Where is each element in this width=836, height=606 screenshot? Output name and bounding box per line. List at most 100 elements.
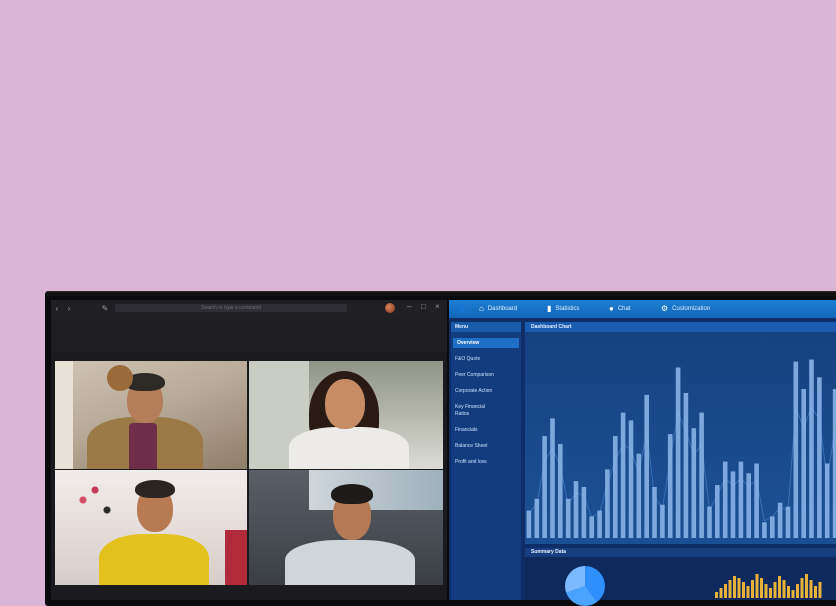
chart-bar xyxy=(683,393,689,538)
chart-bar xyxy=(644,394,649,538)
chair xyxy=(225,530,247,585)
monitor: ‹ › ✎ Search or type a command – □ × 👤 ⌂… xyxy=(45,292,836,606)
user-icon[interactable]: 👤 xyxy=(457,303,467,315)
avatar[interactable] xyxy=(385,303,395,313)
maximize-icon[interactable]: □ xyxy=(421,302,426,311)
menu-item-overview[interactable]: Overview xyxy=(453,338,519,348)
chart-bar xyxy=(573,481,579,538)
nav-chat-label: Chat xyxy=(617,306,631,312)
summary-bar xyxy=(724,584,727,598)
chart-bar xyxy=(550,418,555,538)
dashboard-chart-panel: Dashboard Chart xyxy=(525,322,836,544)
summary-bar-chart xyxy=(715,574,822,598)
summary-bar xyxy=(791,590,795,598)
window-light xyxy=(309,470,443,510)
summary-bar xyxy=(800,578,804,598)
wall-board xyxy=(65,480,125,530)
call-toolbar-area xyxy=(51,316,447,352)
home-icon: ⌂ xyxy=(479,304,484,313)
nav-customization[interactable]: ⚙ Customization xyxy=(661,303,710,315)
bar-chart xyxy=(526,359,836,538)
chart-bar xyxy=(746,473,751,538)
chart-bar xyxy=(722,461,728,538)
forward-icon[interactable]: › xyxy=(63,304,75,313)
minimize-icon[interactable]: – xyxy=(407,302,411,311)
chart-bar xyxy=(597,510,602,538)
summary-bar xyxy=(764,584,768,598)
wall-panel xyxy=(55,361,73,469)
menu-item-key-financial-ratios[interactable]: Key Financial Ratios xyxy=(451,404,499,418)
nav-statistics[interactable]: ▮ Statistics xyxy=(547,303,579,315)
participant-tile-2[interactable] xyxy=(249,361,443,469)
chart-bar xyxy=(699,412,704,538)
bar-chart-icon: ▮ xyxy=(547,304,552,313)
back-icon[interactable]: ‹ xyxy=(51,304,63,313)
chart-bar xyxy=(667,434,673,538)
participant-hair xyxy=(135,480,175,498)
menu-item-corporate-action[interactable]: Corporate Action xyxy=(451,388,521,395)
summary-bar xyxy=(773,582,777,598)
chart-bar xyxy=(526,510,532,538)
menu-item-peer-comparison[interactable]: Peer Comparison xyxy=(451,372,521,379)
chart-bar xyxy=(558,443,563,538)
summary-bar xyxy=(715,592,718,598)
participant-hair xyxy=(331,484,373,504)
chart-bar xyxy=(754,463,759,538)
chart-bar xyxy=(620,412,626,538)
chart-bar xyxy=(793,361,799,538)
chart-bar xyxy=(785,506,791,538)
summary-bar xyxy=(778,576,781,598)
summary-title: Summary Data xyxy=(525,548,836,557)
chart-bar xyxy=(605,469,610,538)
chart-bar xyxy=(581,487,587,538)
summary-bar xyxy=(742,582,745,598)
chart-bar xyxy=(824,463,830,538)
chart-bar xyxy=(565,498,571,538)
chart-bar xyxy=(628,420,634,538)
menu-item-profit-and-loss[interactable]: Profit and loss xyxy=(451,459,521,466)
chart-bar xyxy=(636,453,642,538)
summary-bar xyxy=(737,578,741,598)
chart-bar xyxy=(652,487,657,538)
summary-bar xyxy=(769,588,772,598)
summary-panel: Summary Data xyxy=(525,548,836,606)
menu-item-fo-quote[interactable]: F&O Quote xyxy=(451,356,521,363)
chart-bar xyxy=(707,506,712,538)
chart-bar xyxy=(660,504,665,538)
summary-bar xyxy=(809,580,813,598)
chart-bar xyxy=(738,461,744,538)
summary-bar xyxy=(751,580,754,598)
summary-pie-chart xyxy=(565,566,605,606)
nav-dashboard[interactable]: ⌂ Dashboard xyxy=(479,303,517,315)
participant-body xyxy=(285,540,415,585)
chart-bar xyxy=(777,502,783,538)
participant-tile-4[interactable] xyxy=(249,470,443,585)
summary-bar xyxy=(782,580,786,598)
menu-item-financials[interactable]: Financials xyxy=(451,427,521,434)
dashboard-nav: 👤 ⌂ Dashboard ▮ Statistics ● Chat ⚙ Cust… xyxy=(449,300,836,318)
summary-bar xyxy=(719,588,723,598)
close-icon[interactable]: × xyxy=(435,302,440,311)
chart-bar xyxy=(589,516,594,538)
chart-bar xyxy=(691,428,697,538)
video-call-window: ‹ › ✎ Search or type a command – □ × xyxy=(51,300,447,600)
participant-body xyxy=(289,427,409,469)
chat-icon: ● xyxy=(609,304,614,313)
chart-bar xyxy=(770,516,775,538)
summary-bar xyxy=(760,578,763,598)
chart-bar xyxy=(809,359,814,538)
nav-chat[interactable]: ● Chat xyxy=(609,303,631,315)
dashboard-window: 👤 ⌂ Dashboard ▮ Statistics ● Chat ⚙ Cust… xyxy=(449,300,836,606)
compose-icon[interactable]: ✎ xyxy=(99,304,111,313)
sidebar-menu: Menu Overview F&O Quote Peer Comparison … xyxy=(451,322,521,600)
participant-tile-3[interactable] xyxy=(55,470,247,585)
participant-head xyxy=(325,379,365,429)
chart-bar xyxy=(817,377,822,538)
summary-bar xyxy=(818,582,822,598)
participant-tile-1[interactable] xyxy=(55,361,247,469)
nav-statistics-label: Statistics xyxy=(555,306,580,312)
chart-bar xyxy=(762,522,767,538)
menu-item-balance-sheet[interactable]: Balance Sheet xyxy=(451,443,521,450)
chart-title: Dashboard Chart xyxy=(525,322,836,332)
search-input[interactable]: Search or type a command xyxy=(115,304,347,312)
